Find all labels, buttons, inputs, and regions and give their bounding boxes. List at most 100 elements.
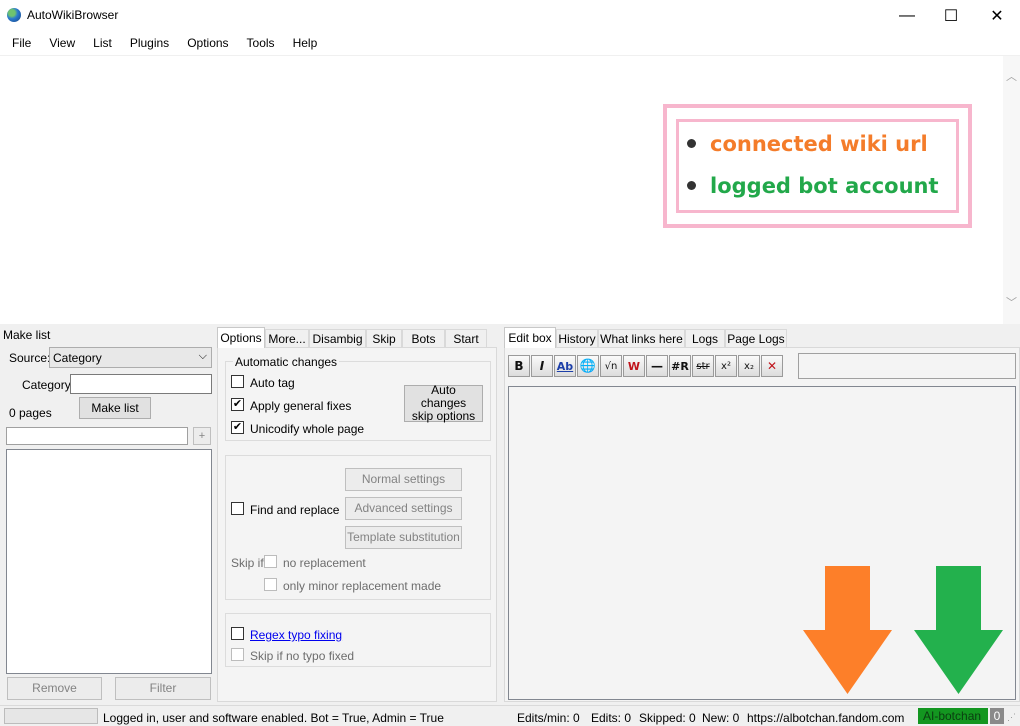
auto-tag-label: Auto tag (250, 376, 295, 390)
link-button[interactable]: Ab (554, 355, 576, 377)
only-minor-checkbox[interactable] (264, 578, 277, 591)
find-replace-checkbox[interactable] (231, 502, 244, 515)
unicodify-checkbox[interactable]: ✔ (231, 421, 244, 434)
template-substitution-button[interactable]: Template substitution (345, 526, 462, 549)
italic-button[interactable]: I (531, 355, 553, 377)
subscript-button[interactable]: x₂ (738, 355, 760, 377)
make-list-heading: Make list (3, 328, 51, 342)
annotation-box: connected wiki url logged bot account (663, 104, 972, 228)
nowiki-button[interactable]: W (623, 355, 645, 377)
skipped-count: Skipped: 0 (639, 711, 696, 725)
strikethrough-icon: str (696, 360, 710, 372)
menu-plugins[interactable]: Plugins (121, 31, 178, 55)
menu-view[interactable]: View (40, 31, 84, 55)
regex-typo-link[interactable]: Regex typo fixing (250, 628, 342, 642)
clear-button[interactable]: ✕ (761, 355, 783, 377)
tab-what-links-here[interactable]: What links here (598, 329, 685, 348)
tab-logs[interactable]: Logs (685, 329, 725, 348)
pages-count: 0 pages (9, 406, 52, 420)
make-list-button[interactable]: Make list (79, 397, 151, 419)
menu-help[interactable]: Help (284, 31, 327, 55)
regex-typo-checkbox[interactable] (231, 627, 244, 640)
tab-bots[interactable]: Bots (402, 329, 445, 348)
advanced-settings-button[interactable]: Advanced settings (345, 497, 462, 520)
automatic-changes-title: Automatic changes (233, 355, 340, 369)
add-page-button[interactable]: + (193, 427, 211, 445)
counter-badge: 0 (990, 708, 1004, 724)
skip-no-typo-checkbox[interactable] (231, 648, 244, 661)
source-select-value: Category (53, 351, 102, 365)
resize-grip-icon[interactable]: ⋰ (1007, 712, 1016, 723)
category-label: Category: (22, 378, 75, 392)
edits-count: Edits: 0 (591, 711, 632, 725)
bold-button[interactable]: B (508, 355, 530, 377)
close-icon: ✕ (990, 7, 1004, 25)
horizontal-line-icon: — (651, 359, 663, 373)
nowiki-icon: W (627, 359, 641, 373)
tab-disambig[interactable]: Disambig (309, 329, 366, 348)
auto-changes-skip-options-button[interactable]: Auto changes skip options (404, 384, 483, 423)
orange-arrow-icon (803, 566, 892, 694)
filter-button[interactable]: Filter (115, 677, 211, 700)
category-input[interactable] (70, 374, 212, 394)
maximize-button[interactable]: ☐ (928, 0, 974, 31)
superscript-icon: x² (721, 360, 731, 372)
apply-general-fixes-checkbox[interactable]: ✔ (231, 398, 244, 411)
tab-options[interactable]: Options (217, 327, 265, 348)
remove-button[interactable]: Remove (7, 677, 102, 700)
tab-page-logs[interactable]: Page Logs (725, 329, 787, 348)
status-message: Logged in, user and software enabled. Bo… (103, 711, 444, 725)
close-button[interactable]: ✕ (974, 0, 1020, 31)
maximize-icon: ☐ (943, 7, 959, 25)
annotation-item-bot-account: logged bot account (687, 174, 939, 198)
edit-summary-input[interactable] (798, 353, 1016, 379)
math-button[interactable]: √n (600, 355, 622, 377)
title-bar: AutoWikiBrowser — ☐ ✕ (0, 0, 1020, 31)
redirect-button[interactable]: #R (669, 355, 691, 377)
redirect-icon: #R (671, 359, 689, 373)
bot-account-badge[interactable]: AI-botchan (918, 708, 988, 724)
auto-tag-checkbox[interactable] (231, 375, 244, 388)
tab-more[interactable]: More... (265, 329, 309, 348)
bullet-icon (687, 180, 696, 190)
menu-file[interactable]: File (3, 31, 40, 55)
green-arrow-icon (914, 566, 1003, 694)
no-replacement-checkbox[interactable] (264, 555, 277, 568)
minimize-button[interactable]: — (884, 0, 930, 31)
scroll-up-icon[interactable]: ︿ (1005, 68, 1018, 84)
tab-edit-box[interactable]: Edit box (504, 327, 556, 348)
source-select[interactable]: Category ⌵ (49, 347, 212, 368)
menu-tools[interactable]: Tools (238, 31, 284, 55)
find-replace-label: Find and replace (250, 503, 340, 517)
strikethrough-button[interactable]: str (692, 355, 714, 377)
italic-icon: I (539, 359, 545, 373)
edits-per-minute: Edits/min: 0 (517, 711, 580, 725)
apply-general-fixes-label: Apply general fixes (250, 399, 352, 413)
tab-start[interactable]: Start (445, 329, 487, 348)
check-icon: ✔ (232, 398, 243, 410)
only-minor-label: only minor replacement made (283, 579, 442, 593)
no-replacement-label: no replacement (283, 556, 366, 570)
tab-history[interactable]: History (556, 329, 598, 348)
menu-options[interactable]: Options (178, 31, 237, 55)
bold-icon: B (514, 359, 524, 373)
bullet-icon (687, 138, 696, 148)
superscript-button[interactable]: x² (715, 355, 737, 377)
source-label: Source: (9, 351, 51, 365)
normal-settings-button[interactable]: Normal settings (345, 468, 462, 491)
chevron-down-icon: ⌵ (198, 350, 207, 362)
wiki-url[interactable]: https://albotchan.fandom.com (747, 711, 904, 725)
scroll-down-icon[interactable]: ﹀ (1005, 294, 1018, 310)
skip-no-typo-label: Skip if no typo fixed (250, 649, 355, 663)
external-link-button[interactable]: 🌐 (577, 355, 599, 377)
browser-scrollbar[interactable]: ︿ ﹀ (1003, 56, 1020, 324)
page-list[interactable] (6, 449, 212, 674)
globe-icon: 🌐 (579, 358, 597, 374)
list-filter-input[interactable] (6, 427, 188, 445)
horizontal-line-button[interactable]: — (646, 355, 668, 377)
tab-skip[interactable]: Skip (366, 329, 402, 348)
unicodify-label: Unicodify whole page (250, 422, 365, 436)
eraser-icon: ✕ (766, 359, 778, 373)
math-icon: √n (604, 360, 618, 372)
menu-list[interactable]: List (84, 31, 121, 55)
